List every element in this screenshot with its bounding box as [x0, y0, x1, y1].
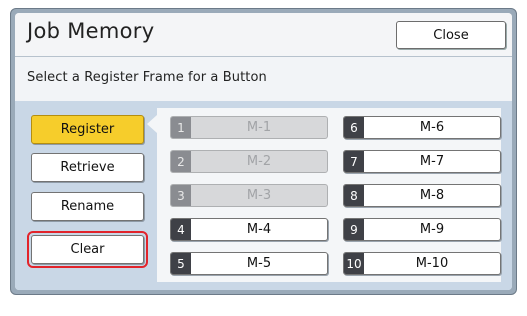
frame-button-7[interactable]: 7 M-7	[343, 150, 501, 173]
frame-number: 8	[344, 185, 364, 206]
frame-number: 2	[171, 151, 191, 172]
frame-name: M-1	[246, 120, 272, 135]
frame-button-6[interactable]: 6 M-6	[343, 116, 501, 139]
close-button[interactable]: Close	[396, 21, 506, 49]
frame-name: M-4	[246, 222, 272, 237]
frame-button-9[interactable]: 9 M-9	[343, 218, 501, 241]
frame-number: 4	[171, 219, 191, 240]
frame-number: 10	[344, 253, 364, 274]
job-memory-window: Job Memory Close Select a Register Frame…	[10, 8, 517, 295]
frame-name: M-5	[246, 256, 272, 271]
frame-number: 9	[344, 219, 364, 240]
frame-button-2[interactable]: 2 M-2	[170, 150, 328, 173]
frame-name: M-10	[415, 256, 449, 271]
title-bar: Job Memory Close	[15, 13, 512, 57]
frame-name: M-8	[419, 188, 445, 203]
frame-number: 6	[344, 117, 364, 138]
selection-pointer	[147, 115, 157, 133]
frame-name: M-3	[246, 188, 272, 203]
frame-button-8[interactable]: 8 M-8	[343, 184, 501, 207]
rename-button[interactable]: Rename	[31, 192, 144, 221]
job-memory-panel: Job Memory Close Select a Register Frame…	[15, 13, 512, 290]
frame-name: M-2	[246, 154, 272, 169]
frame-number: 5	[171, 253, 191, 274]
clear-button[interactable]: Clear	[31, 235, 144, 264]
frame-button-5[interactable]: 5 M-5	[170, 252, 328, 275]
frame-button-3[interactable]: 3 M-3	[170, 184, 328, 207]
frame-name: M-6	[419, 120, 445, 135]
frame-button-10[interactable]: 10 M-10	[343, 252, 501, 275]
frame-number: 7	[344, 151, 364, 172]
register-frame-grid: 1 M-1 2 M-2 3 M-3 4 M-4 5 M-5 6 M-6 7 M-…	[157, 108, 501, 282]
register-button[interactable]: Register	[31, 115, 144, 144]
frame-number: 3	[171, 185, 191, 206]
frame-button-4[interactable]: 4 M-4	[170, 218, 328, 241]
content-area: Register Retrieve Rename Clear 1 M-1 2 M…	[15, 101, 512, 290]
frame-button-1[interactable]: 1 M-1	[170, 116, 328, 139]
frame-name: M-7	[419, 154, 445, 169]
page-title: Job Memory	[27, 19, 155, 43]
instruction-text: Select a Register Frame for a Button	[27, 70, 267, 85]
frame-number: 1	[171, 117, 191, 138]
frame-name: M-9	[419, 222, 445, 237]
retrieve-button[interactable]: Retrieve	[31, 153, 144, 182]
